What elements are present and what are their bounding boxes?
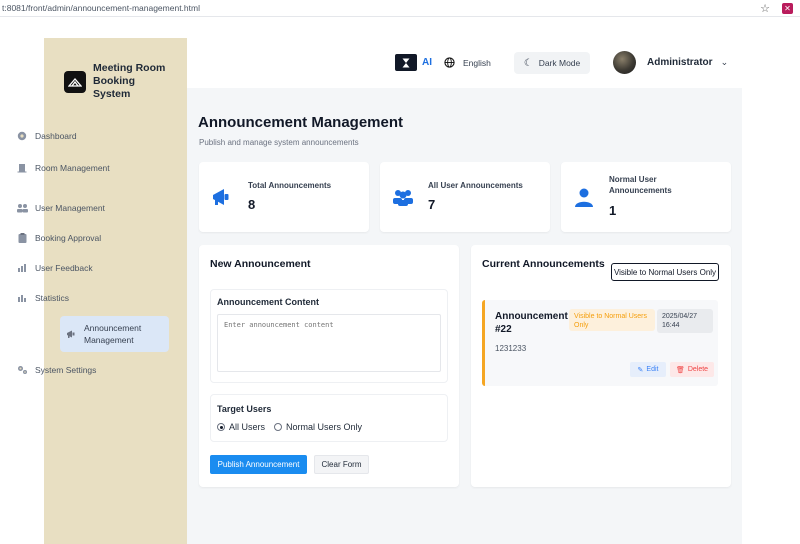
filter-tag[interactable]: Visible to Normal Users Only <box>611 263 719 281</box>
target-users-label: Target Users <box>217 404 272 414</box>
stat-card-all-users: All User Announcements 7 <box>380 162 550 232</box>
sidebar-item-statistics[interactable]: Statistics <box>16 292 126 304</box>
edit-button[interactable]: ✎ Edit <box>630 362 666 377</box>
hourglass-icon <box>395 54 417 71</box>
dark-mode-label: Dark Mode <box>538 58 581 68</box>
stat-label: Normal User Announcements <box>609 175 672 195</box>
sidebar-item-label: Booking Approval <box>35 233 102 243</box>
ai-label: AI <box>422 57 432 68</box>
dashboard-icon <box>16 130 28 142</box>
content-label: Announcement Content <box>217 297 319 307</box>
new-announcement-title: New Announcement <box>210 258 311 270</box>
sidebar-item-booking-approval[interactable]: Booking Approval <box>16 232 126 244</box>
logo-icon <box>64 70 86 93</box>
sidebar-item-system-settings[interactable]: System Settings <box>16 364 126 376</box>
sidebar-item-dashboard[interactable]: Dashboard <box>16 130 126 142</box>
current-announcements-title: Current Announcements <box>482 258 605 270</box>
bar-chart-icon <box>16 292 28 304</box>
radio-button[interactable] <box>274 423 282 431</box>
stat-value: 7 <box>428 197 436 212</box>
stat-label: All User Announcements <box>428 181 523 190</box>
ai-toggle[interactable]: AI <box>395 54 432 71</box>
page-subtitle: Publish and manage system announcements <box>199 138 359 147</box>
radio-normal-users[interactable]: Normal Users Only <box>274 422 362 432</box>
browser-address-bar[interactable]: t:8081/front/admin/announcement-manageme… <box>0 0 800 17</box>
delete-button[interactable]: 🗑 Delete <box>670 362 714 377</box>
gear-icon <box>16 364 28 376</box>
moon-icon: ☾ <box>523 57 533 69</box>
announcement-body: 1231233 <box>495 344 527 353</box>
megaphone-icon <box>213 189 229 205</box>
announcement-date: 2025/04/27 16:44 <box>657 309 713 333</box>
sidebar-item-label: Statistics <box>35 293 70 303</box>
url-text[interactable]: t:8081/front/admin/announcement-manageme… <box>0 3 200 13</box>
stat-card-total: Total Announcements 8 <box>199 162 369 232</box>
sidebar-item-announcement-management[interactable]: Announcement Management <box>60 316 169 352</box>
announcement-title: Announcement #22 <box>495 311 568 335</box>
language-label: English <box>463 57 491 68</box>
announcement-item: Announcement #22 Visible to Normal Users… <box>482 300 718 386</box>
user-menu[interactable]: Administrator ⌄ <box>613 51 728 74</box>
radio-label: Normal Users Only <box>286 422 363 432</box>
radio-label: All Users <box>229 422 266 432</box>
sidebar-item-label: User Feedback <box>35 263 93 273</box>
sidebar-item-user-feedback[interactable]: User Feedback <box>16 262 126 274</box>
stat-value: 1 <box>609 203 617 218</box>
target-users-group <box>210 394 448 442</box>
clear-form-button[interactable]: Clear Form <box>314 455 369 474</box>
building-icon <box>16 162 28 174</box>
globe-icon <box>444 57 455 68</box>
radio-button-selected[interactable] <box>217 423 225 431</box>
megaphone-icon <box>65 328 77 340</box>
delete-label: Delete <box>687 366 709 373</box>
sidebar-item-user-management[interactable]: User Management <box>16 202 126 214</box>
visibility-badge: Visible to Normal Users Only <box>569 309 655 331</box>
sidebar-item-label: Announcement Management <box>84 323 142 345</box>
stat-value: 8 <box>248 197 256 212</box>
edit-icon: ✎ <box>637 366 644 374</box>
edit-label: Edit <box>646 366 659 373</box>
clipboard-icon <box>16 232 28 244</box>
publish-announcement-button[interactable]: Publish Announcement <box>210 455 307 474</box>
bookmark-star-icon[interactable]: ☆ <box>760 2 770 15</box>
avatar[interactable] <box>613 51 636 74</box>
sidebar-item-label: System Settings <box>35 365 97 375</box>
announcement-content-input[interactable] <box>217 314 441 372</box>
brand-title: Meeting Room Booking System <box>93 62 166 100</box>
chevron-down-icon[interactable]: ⌄ <box>721 57 729 68</box>
users-icon <box>16 202 28 214</box>
sidebar-item-label: Room Management <box>35 163 110 173</box>
trash-icon: 🗑 <box>675 366 685 374</box>
sidebar-item-label: User Management <box>35 203 105 213</box>
page-title: Announcement Management <box>198 114 404 131</box>
user-icon <box>575 188 593 207</box>
extension-icon[interactable]: ✕ <box>782 3 793 14</box>
dark-mode-button[interactable]: ☾ Dark Mode <box>514 52 590 74</box>
user-name: Administrator <box>647 57 713 68</box>
brand: Meeting Room Booking System <box>64 62 173 101</box>
sidebar: Meeting Room Booking System <box>44 38 187 544</box>
language-selector[interactable]: English <box>444 57 491 68</box>
radio-all-users[interactable]: All Users <box>217 422 265 432</box>
sidebar-item-label: Dashboard <box>35 131 77 141</box>
users-icon <box>393 190 413 206</box>
stat-card-normal-users: Normal User Announcements 1 <box>561 162 731 232</box>
chart-icon <box>16 262 28 274</box>
stat-label: Total Announcements <box>248 181 332 190</box>
sidebar-item-room-management[interactable]: Room Management <box>16 162 126 174</box>
